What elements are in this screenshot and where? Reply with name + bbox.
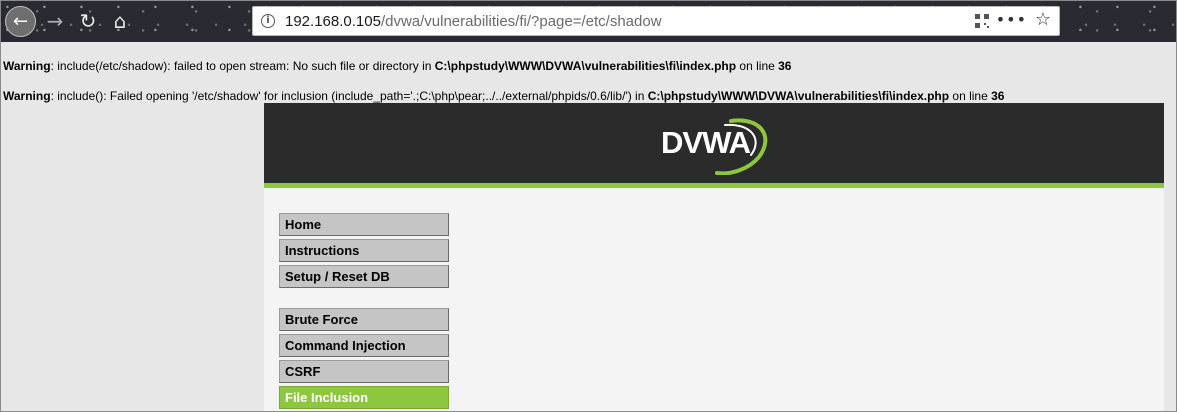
dvwa-header: DVWA [264, 103, 1164, 188]
qr-code-icon[interactable] [975, 14, 989, 28]
warning-message: : include(/etc/shadow): failed to open s… [50, 59, 435, 73]
menu-item-brute-force[interactable]: Brute Force [279, 308, 449, 331]
url-host: 192.168.0.105 [285, 12, 381, 30]
menu-item-instructions[interactable]: Instructions [279, 239, 449, 262]
logo-text: DVWA [661, 125, 751, 160]
reload-icon[interactable]: ↻ [73, 6, 103, 36]
dvwa-logo[interactable]: DVWA [659, 113, 774, 176]
warning-on-line: on line [949, 89, 992, 103]
warning-line-number: 36 [778, 59, 792, 73]
url-path: /dvwa/vulnerabilities/fi/?page=/etc/shad… [380, 12, 662, 30]
warning-message: : include(): Failed opening '/etc/shadow… [50, 89, 648, 103]
menu-item-home[interactable]: Home [279, 213, 449, 236]
php-warning: Warning: include(): Failed opening '/etc… [3, 89, 1004, 103]
warning-line-number: 36 [991, 89, 1005, 103]
menu-item-file-inclusion[interactable]: File Inclusion [279, 386, 449, 409]
warning-on-line: on line [736, 59, 779, 73]
back-arrow-icon[interactable]: ← [5, 6, 36, 37]
warning-label: Warning [3, 59, 51, 73]
menu-item-command-injection[interactable]: Command Injection [279, 334, 449, 357]
dvwa-page: DVWA Home Instructions Setup / Reset DB … [264, 103, 1164, 412]
forward-arrow-icon[interactable]: → [40, 6, 70, 36]
bookmark-star-icon[interactable]: ☆ [1035, 9, 1051, 30]
menu-item-setup-reset-db[interactable]: Setup / Reset DB [279, 265, 449, 288]
php-warning: Warning: include(/etc/shadow): failed to… [3, 59, 791, 73]
warning-file: C:\phpstudy\WWW\DVWA\vulnerabilities\fi\… [434, 59, 737, 73]
url-text[interactable]: 192.168.0.105/dvwa/vulnerabilities/fi/?p… [285, 13, 662, 30]
browser-toolbar: ← → ↻ ⌂ i 192.168.0.105/dvwa/vulnerabili… [0, 0, 1177, 42]
menu-item-csrf[interactable]: CSRF [279, 360, 449, 383]
site-info-icon[interactable]: i [261, 14, 275, 28]
warning-file: C:\phpstudy\WWW\DVWA\vulnerabilities\fi\… [647, 89, 950, 103]
more-options-icon[interactable]: ••• [996, 10, 1027, 29]
address-bar[interactable]: i 192.168.0.105/dvwa/vulnerabilities/fi/… [252, 6, 1060, 36]
warning-label: Warning [3, 89, 51, 103]
home-icon[interactable]: ⌂ [105, 6, 135, 36]
